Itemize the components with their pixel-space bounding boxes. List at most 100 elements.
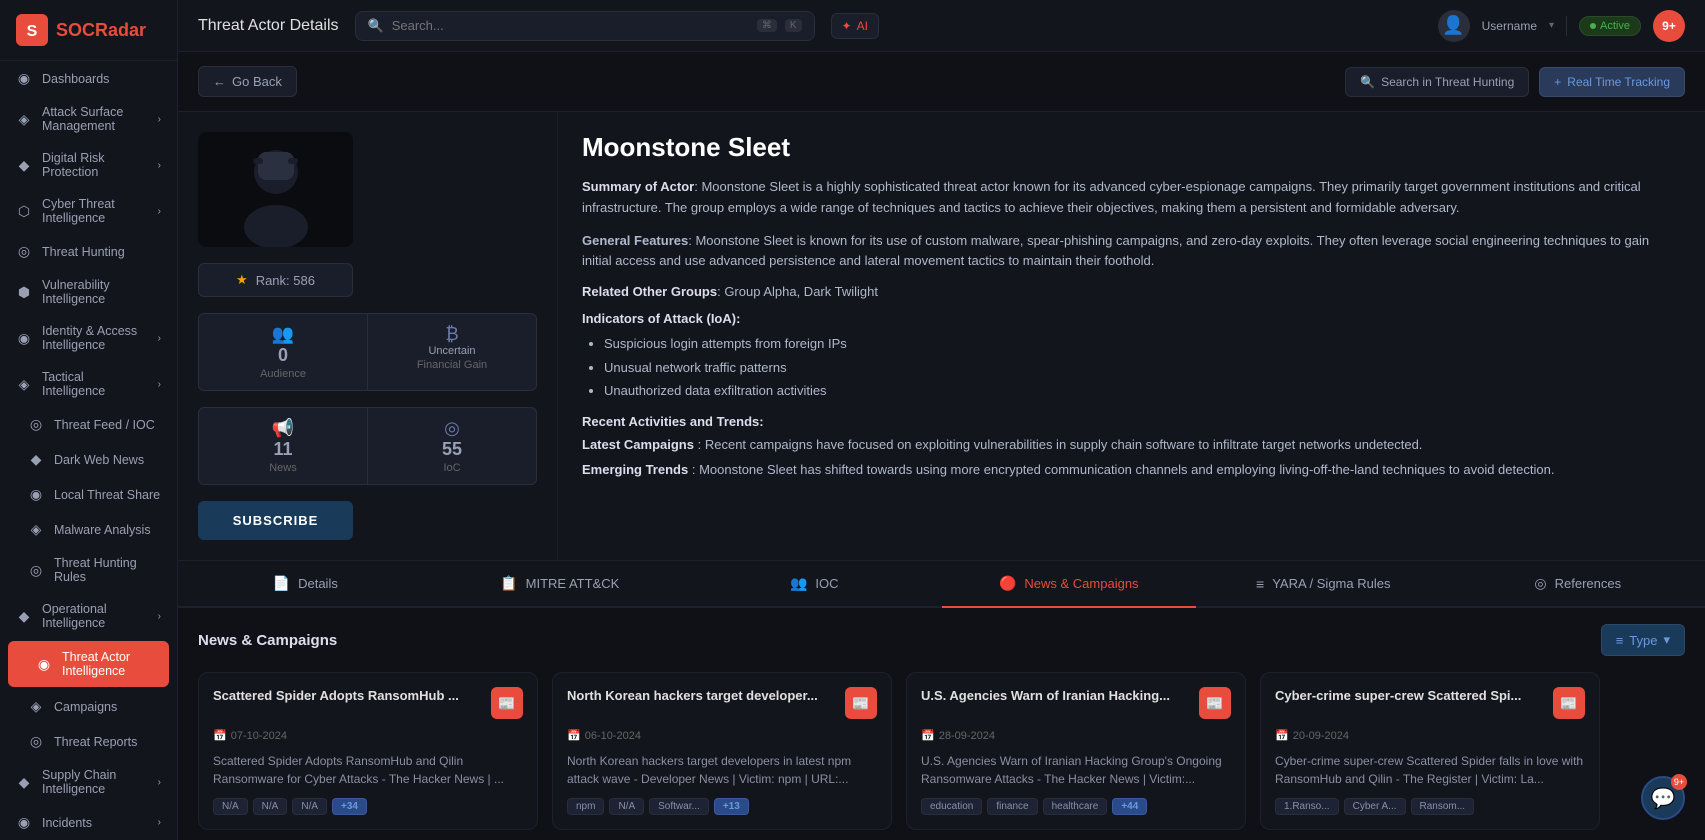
ioc-stat: ◎ 55 IoC bbox=[368, 407, 537, 485]
sidebar-item-threat-hunting[interactable]: ◎ Threat Hunting bbox=[0, 234, 177, 269]
sidebar-item-operational[interactable]: ◆ Operational Intelligence › bbox=[0, 593, 177, 639]
threat-feed-icon: ◎ bbox=[28, 416, 44, 433]
chevron-right-icon: › bbox=[158, 777, 161, 788]
avatar[interactable]: 👤 bbox=[1438, 10, 1470, 42]
realtime-tracking-button[interactable]: + Real Time Tracking bbox=[1539, 67, 1685, 97]
more-tag[interactable]: +44 bbox=[1112, 798, 1147, 815]
list-item: Suspicious login attempts from foreign I… bbox=[604, 332, 1681, 355]
search-bar[interactable]: 🔍 ⌘ K bbox=[355, 11, 815, 41]
calendar-icon: 📅 bbox=[567, 729, 581, 742]
search-input[interactable] bbox=[392, 18, 749, 33]
dashboard-icon: ◉ bbox=[16, 70, 32, 87]
status-badge: Active bbox=[1579, 16, 1641, 36]
sidebar-item-supply-chain[interactable]: ◆ Supply Chain Intelligence › bbox=[0, 759, 177, 805]
more-tag[interactable]: +34 bbox=[332, 798, 367, 815]
sidebar-item-vuln-intel[interactable]: ⬢ Vulnerability Intelligence bbox=[0, 269, 177, 315]
news-cards-grid: Scattered Spider Adopts RansomHub ... 📰 … bbox=[198, 672, 1685, 830]
logo-icon: S bbox=[16, 14, 48, 46]
card-date: 📅 28-09-2024 bbox=[921, 729, 1231, 742]
tab-details[interactable]: 📄 Details bbox=[178, 561, 433, 608]
ai-button[interactable]: ✦ AI bbox=[831, 13, 879, 39]
subscribe-button[interactable]: SUBSCRIBE bbox=[198, 501, 353, 540]
card-tags: N/A N/A N/A +34 bbox=[213, 798, 523, 815]
vuln-icon: ⬢ bbox=[16, 284, 32, 301]
card-header: Cyber-crime super-crew Scattered Spi... … bbox=[1275, 687, 1585, 719]
tab-ioc[interactable]: 👥 IOC bbox=[687, 561, 942, 608]
main-content: Threat Actor Details 🔍 ⌘ K ✦ AI 👤 Userna… bbox=[178, 0, 1705, 840]
tag: education bbox=[921, 798, 982, 815]
plus-icon: + bbox=[1554, 75, 1561, 89]
malware-icon: ◈ bbox=[28, 521, 44, 538]
stats-row-2: 📢 11 News ◎ 55 IoC bbox=[198, 407, 537, 485]
calendar-icon: 📅 bbox=[213, 729, 227, 742]
news-section-title: News & Campaigns bbox=[198, 632, 337, 649]
card-body: Cyber-crime super-crew Scattered Spider … bbox=[1275, 752, 1585, 788]
tab-news-campaigns[interactable]: 🔴 News & Campaigns bbox=[942, 561, 1197, 608]
rank-box: ★ Rank: 586 bbox=[198, 263, 353, 297]
page-header: ← Go Back 🔍 Search in Threat Hunting + R… bbox=[178, 52, 1705, 112]
card-body: Scattered Spider Adopts RansomHub and Qi… bbox=[213, 752, 523, 788]
card-icon: 📰 bbox=[1553, 687, 1585, 719]
card-tags: npm N/A Softwar... +13 bbox=[567, 798, 877, 815]
back-button[interactable]: ← Go Back bbox=[198, 66, 297, 97]
sidebar-item-digital-risk[interactable]: ◆ Digital Risk Protection › bbox=[0, 142, 177, 188]
card-header: Scattered Spider Adopts RansomHub ... 📰 bbox=[213, 687, 523, 719]
card-icon: 📰 bbox=[1199, 687, 1231, 719]
identity-icon: ◉ bbox=[16, 330, 32, 347]
news-stat: 📢 11 News bbox=[198, 407, 368, 485]
notification-avatar[interactable]: 9+ bbox=[1653, 10, 1685, 42]
actor-section: ★ Rank: 586 👥 0 Audience ₿ Uncertain Fin… bbox=[178, 112, 1705, 561]
card-title: North Korean hackers target developer... bbox=[567, 687, 818, 705]
sidebar-item-campaigns[interactable]: ◈ Campaigns bbox=[0, 689, 177, 724]
sidebar-item-threat-reports[interactable]: ◎ Threat Reports bbox=[0, 724, 177, 759]
tab-references[interactable]: ◎ References bbox=[1451, 561, 1705, 608]
threat-actor-icon: ◉ bbox=[36, 656, 52, 673]
sidebar-item-incidents[interactable]: ◉ Incidents › bbox=[0, 805, 177, 840]
sidebar-item-cyber-threat[interactable]: ⬡ Cyber Threat Intelligence › bbox=[0, 188, 177, 234]
actor-name: Moonstone Sleet bbox=[582, 132, 1681, 163]
tab-yara[interactable]: ≡ YARA / Sigma Rules bbox=[1196, 561, 1451, 608]
sidebar-item-threat-feed[interactable]: ◎ Threat Feed / IOC bbox=[0, 407, 177, 442]
tag: finance bbox=[987, 798, 1037, 815]
tab-mitre[interactable]: 📋 MITRE ATT&CK bbox=[433, 561, 688, 608]
sidebar-item-local-threat[interactable]: ◉ Local Threat Share bbox=[0, 477, 177, 512]
news-icon: 📢 bbox=[272, 418, 294, 439]
search-threat-button[interactable]: 🔍 Search in Threat Hunting bbox=[1345, 67, 1529, 97]
chevron-right-icon: › bbox=[158, 114, 161, 125]
sidebar-item-dashboards[interactable]: ◉ Dashboards bbox=[0, 61, 177, 96]
sidebar-item-tactical[interactable]: ◈ Tactical Intelligence › bbox=[0, 361, 177, 407]
ioc-tab-icon: 👥 bbox=[790, 575, 807, 592]
type-filter-button[interactable]: ≡ Type ▾ bbox=[1601, 624, 1685, 656]
card-title: Scattered Spider Adopts RansomHub ... bbox=[213, 687, 459, 705]
sidebar-item-attack-surface[interactable]: ◈ Attack Surface Management › bbox=[0, 96, 177, 142]
cyber-threat-icon: ⬡ bbox=[16, 203, 32, 220]
calendar-icon: 📅 bbox=[1275, 729, 1289, 742]
card-title: U.S. Agencies Warn of Iranian Hacking... bbox=[921, 687, 1170, 705]
list-icon: ≡ bbox=[1616, 633, 1624, 648]
sidebar-item-threat-actor[interactable]: ◉ Threat Actor Intelligence bbox=[8, 641, 169, 687]
trend-emerging: Emerging Trends : Moonstone Sleet has sh… bbox=[582, 460, 1681, 481]
svg-text:S: S bbox=[27, 23, 38, 40]
card-title: Cyber-crime super-crew Scattered Spi... bbox=[1275, 687, 1521, 705]
sidebar-item-identity[interactable]: ◉ Identity & Access Intelligence › bbox=[0, 315, 177, 361]
news-card: U.S. Agencies Warn of Iranian Hacking...… bbox=[906, 672, 1246, 830]
card-tags: 1.Ranso... Cyber A... Ransom... bbox=[1275, 798, 1585, 815]
card-tags: education finance healthcare +44 bbox=[921, 798, 1231, 815]
more-tag[interactable]: +13 bbox=[714, 798, 749, 815]
back-arrow-icon: ← bbox=[213, 74, 226, 89]
chevron-right-icon: › bbox=[158, 379, 161, 390]
sidebar-item-malware[interactable]: ◈ Malware Analysis bbox=[0, 512, 177, 547]
mitre-icon: 📋 bbox=[500, 575, 517, 592]
card-date: 📅 07-10-2024 bbox=[213, 729, 523, 742]
divider bbox=[1566, 16, 1567, 36]
sidebar-nav: ◉ Dashboards ◈ Attack Surface Management… bbox=[0, 61, 177, 840]
sidebar-item-dark-web[interactable]: ◆ Dark Web News bbox=[0, 442, 177, 477]
chat-badge: 9+ bbox=[1671, 774, 1687, 790]
sidebar-item-threat-hunting-rules[interactable]: ◎ Threat Hunting Rules bbox=[0, 547, 177, 593]
chat-button[interactable]: 💬 9+ bbox=[1641, 776, 1685, 820]
chevron-right-icon: › bbox=[158, 611, 161, 622]
references-icon: ◎ bbox=[1534, 575, 1546, 592]
news-card: Cyber-crime super-crew Scattered Spi... … bbox=[1260, 672, 1600, 830]
trend-campaigns: Latest Campaigns : Recent campaigns have… bbox=[582, 435, 1681, 456]
logo-text: SOCRadar bbox=[56, 20, 146, 41]
